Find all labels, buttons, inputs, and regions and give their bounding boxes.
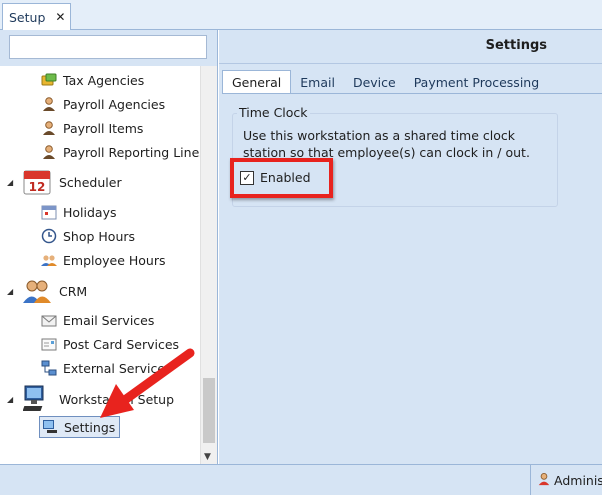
search-input[interactable] — [9, 35, 207, 59]
nav-item-label: Employee Hours — [63, 252, 166, 268]
nav-item-label: Email Services — [63, 312, 155, 328]
expand-triangle-icon[interactable]: ◢ — [7, 395, 13, 404]
annotation-highlight-box — [230, 158, 333, 198]
nav-tree: Tax Agencies Payroll Agencies Payroll It… — [0, 66, 217, 464]
nav-item-label: Post Card Services — [63, 336, 180, 352]
settings-panel: Settings General Email Device Payment Pr… — [219, 30, 602, 464]
tab-payment-processing[interactable]: Payment Processing — [405, 70, 548, 94]
person-icon — [41, 96, 57, 112]
nav-item-label: Shop Hours — [63, 228, 136, 244]
nav-scrollbar[interactable]: ▼ — [200, 66, 217, 464]
nav-item-label: Settings — [64, 419, 116, 435]
nav-item-payroll-reporting-lines[interactable]: Payroll Reporting Lines — [41, 141, 206, 163]
network-icon — [41, 360, 57, 376]
setup-tab[interactable]: Setup ✕ — [2, 3, 71, 30]
status-bar: Administrator — [0, 464, 602, 495]
postcard-icon — [41, 336, 57, 352]
expand-triangle-icon[interactable]: ◢ — [7, 178, 13, 187]
time-clock-description: Use this workstation as a shared time cl… — [243, 128, 530, 160]
settings-tabs: General Email Device Payment Processing — [222, 70, 548, 94]
scroll-thumb[interactable] — [203, 378, 215, 443]
general-tab-body: Time Clock Use this workstation as a sha… — [222, 93, 602, 464]
chevron-down-icon[interactable]: ▼ — [204, 452, 211, 462]
calendar-icon: 12 — [23, 169, 51, 195]
setup-tab-label: Setup — [9, 9, 46, 25]
document-tab-strip: Setup ✕ — [0, 0, 602, 30]
nav-item-tax-agencies[interactable]: Tax Agencies — [41, 69, 144, 91]
clock-icon — [41, 228, 57, 244]
page-title: Settings — [485, 38, 547, 53]
tab-general[interactable]: General — [222, 70, 292, 94]
nav-group-scheduler[interactable]: ◢ 12 Scheduler — [0, 169, 122, 195]
user-name: Administrator — [554, 473, 602, 488]
nav-item-shop-hours[interactable]: Shop Hours — [41, 225, 135, 247]
nav-item-label: Payroll Reporting Lines — [63, 144, 206, 160]
time-clock-title: Time Clock — [237, 105, 310, 120]
nav-item-employee-hours[interactable]: Employee Hours — [41, 249, 166, 271]
tab-device[interactable]: Device — [344, 70, 405, 94]
nav-item-settings[interactable]: Settings — [39, 416, 121, 438]
nav-group-label: Scheduler — [59, 174, 122, 190]
nav-item-payroll-agencies[interactable]: Payroll Agencies — [41, 93, 165, 115]
nav-item-holidays[interactable]: Holidays — [41, 201, 117, 223]
nav-item-email-services[interactable]: Email Services — [41, 309, 154, 331]
person-icon — [41, 144, 57, 160]
computer-small-icon — [42, 419, 58, 435]
computer-icon — [23, 385, 51, 412]
nav-item-label: Tax Agencies — [63, 72, 145, 88]
tab-email[interactable]: Email — [291, 70, 344, 94]
navigation-panel: Tax Agencies Payroll Agencies Payroll It… — [0, 30, 218, 464]
close-icon[interactable]: ✕ — [55, 10, 65, 24]
nav-group-label: Workstation Setup — [59, 391, 175, 407]
nav-group-workstation-setup[interactable]: ◢ Workstation Setup — [0, 385, 175, 412]
nav-item-external-services[interactable]: External Services — [41, 357, 172, 379]
envelope-icon — [41, 312, 57, 328]
nav-item-post-card-services[interactable]: Post Card Services — [41, 333, 179, 355]
search-bar — [0, 30, 217, 66]
nav-item-label: Holidays — [63, 204, 117, 220]
nav-item-label: External Services — [63, 360, 172, 376]
tax-agency-icon — [41, 72, 57, 88]
user-status[interactable]: Administrator — [530, 465, 602, 495]
expand-triangle-icon[interactable]: ◢ — [7, 287, 13, 296]
calendar-small-icon — [41, 204, 57, 220]
nav-group-crm[interactable]: ◢ CRM — [0, 278, 87, 304]
people-icon — [41, 252, 57, 268]
nav-item-label: Payroll Agencies — [63, 96, 166, 112]
nav-item-payroll-items[interactable]: Payroll Items — [41, 117, 143, 139]
nav-group-label: CRM — [59, 283, 88, 299]
calendar-badge: 12 — [29, 180, 46, 194]
nav-item-label: Payroll Items — [63, 120, 144, 136]
crm-people-icon — [23, 278, 51, 304]
settings-header: Settings — [219, 30, 602, 64]
user-icon — [537, 472, 551, 490]
person-icon — [41, 120, 57, 136]
